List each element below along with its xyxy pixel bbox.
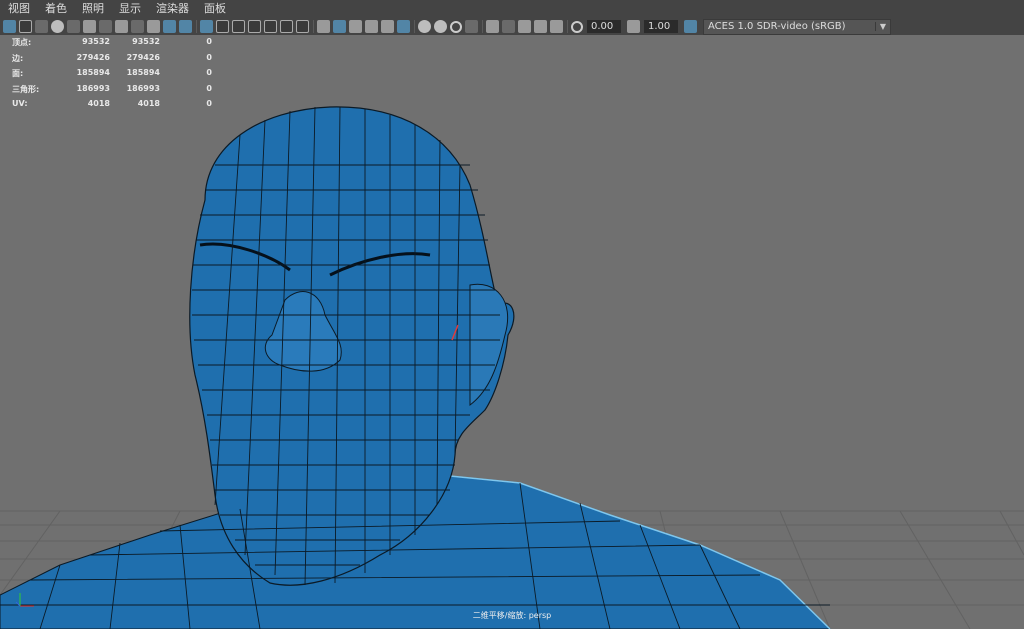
- use-all-lights-icon[interactable]: [381, 20, 394, 33]
- toolbar-separator: [567, 20, 568, 33]
- viewport-scene: [0, 106, 1024, 629]
- field-chart-icon[interactable]: [147, 20, 160, 33]
- xray-icon[interactable]: [296, 20, 309, 33]
- hud-label: 三角形:: [12, 84, 40, 94]
- hud-row-vertices: 顶点: 93532 93532 0: [12, 37, 212, 53]
- hud-value: 4018: [87, 99, 110, 108]
- wireframe-on-shaded-icon[interactable]: [280, 20, 293, 33]
- menu-view[interactable]: 视图: [0, 0, 37, 18]
- shadows-icon[interactable]: [397, 20, 410, 33]
- hud-value: 0: [206, 99, 212, 108]
- viewport-menu-bar: 视图 着色 照明 显示 渲染器 面板: [0, 0, 1024, 18]
- xray-joints-icon[interactable]: [502, 20, 515, 33]
- resolution-gate-icon[interactable]: [115, 20, 128, 33]
- chevron-down-icon: ▼: [875, 22, 890, 31]
- hud-row-triangles: 三角形: 186993 186993 0: [12, 84, 212, 100]
- toolbar-separator: [482, 20, 483, 33]
- hud-value: 185894: [126, 68, 160, 77]
- color-space-label: ACES 1.0 SDR-video (sRGB): [708, 21, 846, 32]
- hud-label: UV:: [12, 99, 28, 108]
- hud-value: 93532: [82, 37, 110, 46]
- hud-value: 0: [206, 52, 212, 62]
- camera-name-label: 二维平移/缩放: persp: [472, 611, 552, 620]
- hud-label: 顶点:: [12, 38, 32, 47]
- camera-icon[interactable]: [83, 20, 96, 33]
- panel-toolbar: 0.00 1.00 ACES 1.0 SDR-video (sRGB) ▼: [0, 18, 1024, 35]
- hud-value: 93532: [132, 37, 160, 46]
- gamma-icon[interactable]: [627, 20, 640, 33]
- backface-culling-icon[interactable]: [534, 20, 547, 33]
- default-material-icon[interactable]: [248, 20, 261, 33]
- poly-count-hud: 顶点: 93532 93532 0 边: 279426 279426 0 面: …: [12, 37, 212, 115]
- menu-show[interactable]: 显示: [111, 0, 148, 18]
- exposure-icon[interactable]: [571, 20, 583, 33]
- hud-value: 185894: [76, 68, 110, 77]
- smooth-shade-icon[interactable]: [232, 20, 245, 33]
- menu-panels[interactable]: 面板: [196, 0, 233, 18]
- hud-label: 边:: [12, 53, 24, 63]
- multisample-aa-icon[interactable]: [450, 20, 462, 33]
- hud-value: 279426: [76, 52, 110, 62]
- screen-space-ao-icon[interactable]: [418, 20, 431, 33]
- isolate-select-icon[interactable]: [486, 20, 499, 33]
- textured-icon[interactable]: [264, 20, 277, 33]
- toolbar-separator: [313, 20, 314, 33]
- toolbar-separator: [414, 20, 415, 33]
- menu-lighting[interactable]: 照明: [74, 0, 111, 18]
- maya-viewport-window: 视图 着色 照明 显示 渲染器 面板 0.00 1.00 ACES 1.0 SD…: [0, 0, 1024, 629]
- wireframe-icon[interactable]: [216, 20, 229, 33]
- hud-row-faces: 面: 185894 185894 0: [12, 68, 212, 84]
- hud-value: 186993: [126, 83, 160, 93]
- grid-toggle-icon[interactable]: [200, 20, 213, 33]
- hud-value: 186993: [76, 83, 110, 93]
- checker-icon[interactable]: [365, 20, 378, 33]
- hud-value: 0: [206, 68, 212, 77]
- camera-attributes-icon[interactable]: [19, 20, 32, 33]
- hud-value: 4018: [137, 99, 160, 108]
- menu-shading[interactable]: 着色: [37, 0, 74, 18]
- select-camera-icon[interactable]: [3, 20, 16, 33]
- view-transform-icon[interactable]: [684, 20, 697, 33]
- safe-title-icon[interactable]: [179, 20, 192, 33]
- 3d-viewport[interactable]: [0, 35, 1024, 629]
- cube-wire-icon[interactable]: [317, 20, 330, 33]
- safe-action-icon[interactable]: [163, 20, 176, 33]
- grid-lock-icon[interactable]: [67, 20, 80, 33]
- hud-toggle-icon[interactable]: [550, 20, 563, 33]
- color-space-select[interactable]: ACES 1.0 SDR-video (sRGB) ▼: [703, 18, 891, 35]
- gamma-field[interactable]: 1.00: [644, 20, 678, 33]
- gate-mask-icon[interactable]: [131, 20, 144, 33]
- hud-value: 0: [206, 83, 212, 93]
- xray-active-icon[interactable]: [518, 20, 531, 33]
- toolbar-separator: [196, 20, 197, 33]
- hud-value: 0: [206, 37, 212, 46]
- sphere-icon[interactable]: [349, 20, 362, 33]
- depth-of-field-icon[interactable]: [465, 20, 478, 33]
- hud-row-edges: 边: 279426 279426 0: [12, 53, 212, 69]
- motion-blur-icon[interactable]: [434, 20, 447, 33]
- film-gate-icon[interactable]: [99, 20, 112, 33]
- hud-row-uvs: UV: 4018 4018 0: [12, 99, 212, 115]
- hud-value: 279426: [126, 52, 160, 62]
- image-plane-icon[interactable]: [51, 20, 64, 33]
- menu-renderer[interactable]: 渲染器: [148, 0, 196, 18]
- axis-gizmo: [15, 593, 34, 607]
- bookmarks-icon[interactable]: [35, 20, 48, 33]
- hud-label: 面:: [12, 69, 24, 78]
- exposure-field[interactable]: 0.00: [587, 20, 621, 33]
- cube-shaded-icon[interactable]: [333, 20, 346, 33]
